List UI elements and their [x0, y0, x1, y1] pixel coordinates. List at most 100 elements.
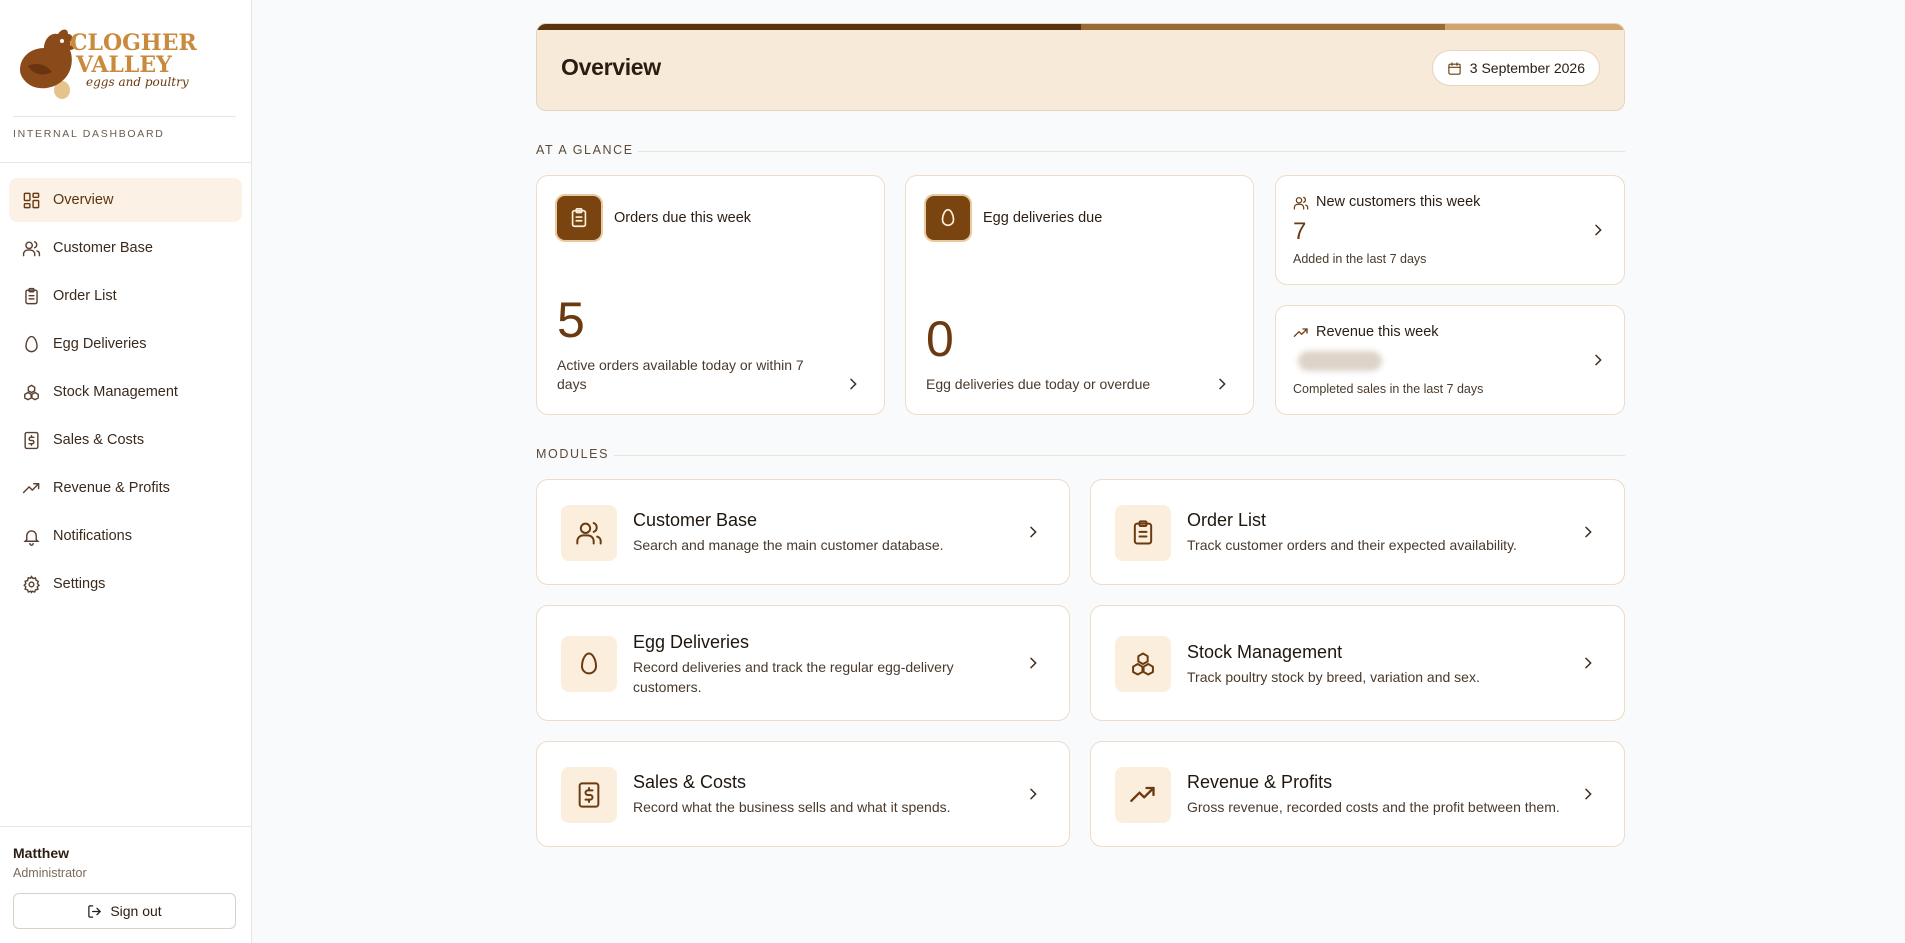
- module-egg-deliveries[interactable]: Egg Deliveries Record deliveries and tra…: [536, 605, 1070, 721]
- sidebar-item-label: Settings: [53, 576, 106, 592]
- card-title: Revenue this week: [1316, 324, 1439, 340]
- sign-out-label: Sign out: [110, 903, 162, 919]
- gear-icon: [21, 574, 41, 594]
- module-revenue-profits[interactable]: Revenue & Profits Gross revenue, recorde…: [1090, 741, 1625, 847]
- chevron-right-icon: [1585, 788, 1592, 800]
- module-title: Order List: [1187, 510, 1267, 530]
- receipt-dollar-icon: [561, 767, 617, 823]
- module-order-list[interactable]: Order List Track customer orders and the…: [1090, 479, 1625, 585]
- module-description: Track poultry stock by breed, variation …: [1187, 669, 1480, 685]
- module-title: Sales & Costs: [633, 772, 747, 792]
- clipboard-icon: [557, 196, 601, 240]
- overview-header: Overview 3 September 2026: [536, 23, 1625, 111]
- sidebar-item-label: Sales & Costs: [53, 432, 145, 448]
- module-description: Record deliveries and track the regular …: [633, 659, 954, 695]
- revenue-week-card[interactable]: Revenue this week Completed sales in the…: [1275, 305, 1625, 415]
- clogher-valley-logo[interactable]: CLOGHER VALLEY eggs and poultry: [14, 18, 234, 102]
- user-name: Matthew: [13, 845, 69, 861]
- sidebar-item-label: Customer Base: [53, 240, 153, 256]
- sidebar-item-sales-costs[interactable]: Sales & Costs: [9, 418, 242, 462]
- sidebar-item-stock-management[interactable]: Stock Management: [9, 370, 242, 414]
- orders-due-card[interactable]: Orders due this week 5 Active orders ava…: [536, 175, 885, 415]
- chevron-right-icon: [1595, 224, 1602, 236]
- module-title: Stock Management: [1187, 642, 1343, 662]
- card-title: Egg deliveries due: [983, 210, 1103, 226]
- clipboard-icon: [21, 286, 41, 306]
- sidebar-item-label: Overview: [53, 192, 114, 208]
- sidebar-item-egg-deliveries[interactable]: Egg Deliveries: [9, 322, 242, 366]
- module-title: Revenue & Profits: [1187, 772, 1333, 792]
- revenue-hidden-value: [1298, 351, 1382, 371]
- sign-out-icon: [88, 904, 102, 918]
- module-title: Egg Deliveries: [633, 632, 750, 652]
- card-title: New customers this week: [1316, 194, 1481, 210]
- boxes-icon: [1115, 636, 1171, 692]
- date-badge: 3 September 2026: [1431, 50, 1600, 86]
- module-description: Search and manage the main customer data…: [633, 537, 944, 553]
- deliveries-due-value: 0: [926, 311, 954, 367]
- dashboard-subtitle: INTERNAL DASHBOARD: [13, 128, 165, 140]
- page-title: Overview: [561, 54, 661, 80]
- egg-icon: [561, 636, 617, 692]
- chevron-right-icon: [1030, 526, 1037, 538]
- module-customer-base[interactable]: Customer Base Search and manage the main…: [536, 479, 1070, 585]
- chevron-right-icon: [1219, 378, 1226, 390]
- egg-icon: [21, 334, 41, 354]
- egg-deliveries-due-card[interactable]: Egg deliveries due 0 Egg deliveries due …: [905, 175, 1254, 415]
- chevron-right-icon: [1595, 354, 1602, 366]
- module-description: Record what the business sells and what …: [633, 799, 951, 815]
- users-icon: [561, 505, 617, 561]
- section-label-modules: MODULES: [536, 447, 610, 461]
- trending-up-icon: [21, 478, 41, 498]
- new-customers-card[interactable]: New customers this week 7 Added in the l…: [1275, 175, 1625, 285]
- clipboard-icon: [1115, 505, 1171, 561]
- trending-up-icon: [1293, 328, 1308, 337]
- sidebar-item-label: Egg Deliveries: [53, 336, 147, 352]
- trending-up-icon: [1115, 767, 1171, 823]
- sidebar-nav: Overview Customer Base Order List Egg De…: [9, 178, 242, 610]
- module-description: Track customer orders and their expected…: [1187, 537, 1517, 553]
- chevron-right-icon: [850, 378, 857, 390]
- sidebar-item-customer-base[interactable]: Customer Base: [9, 226, 242, 270]
- sidebar-item-revenue-profits[interactable]: Revenue & Profits: [9, 466, 242, 510]
- users-icon: [1293, 196, 1309, 210]
- chevron-right-icon: [1585, 526, 1592, 538]
- header-stripe: [537, 24, 1624, 30]
- date-text: 3 September 2026: [1469, 60, 1585, 76]
- user-role: Administrator: [13, 866, 87, 880]
- hen-logo-icon: CLOGHER VALLEY eggs and poultry: [20, 29, 197, 99]
- module-description: Gross revenue, recorded costs and the pr…: [1187, 799, 1560, 815]
- divider: [0, 826, 252, 827]
- sidebar: CLOGHER VALLEY eggs and poultry INTERNAL…: [0, 0, 252, 943]
- svg-text:eggs and poultry: eggs and poultry: [86, 75, 189, 89]
- divider: [0, 162, 252, 163]
- module-stock-management[interactable]: Stock Management Track poultry stock by …: [1090, 605, 1625, 721]
- sidebar-item-label: Order List: [53, 288, 117, 304]
- chevron-right-icon: [1030, 788, 1037, 800]
- orders-due-value: 5: [557, 292, 585, 348]
- sidebar-item-overview[interactable]: Overview: [9, 178, 242, 222]
- chevron-right-icon: [1030, 657, 1037, 669]
- sign-out-button[interactable]: Sign out: [13, 893, 236, 929]
- sidebar-item-label: Stock Management: [53, 384, 178, 400]
- card-subtitle: Added in the last 7 days: [1293, 252, 1427, 266]
- boxes-icon: [21, 382, 41, 402]
- users-icon: [21, 238, 41, 258]
- card-subtitle: Completed sales in the last 7 days: [1293, 382, 1484, 396]
- sidebar-item-label: Revenue & Profits: [53, 480, 170, 496]
- divider: [614, 455, 1625, 456]
- card-title: Orders due this week: [614, 210, 752, 226]
- card-subtitle: Egg deliveries due today or overdue: [926, 376, 1151, 392]
- receipt-dollar-icon: [21, 430, 41, 450]
- divider: [13, 116, 236, 117]
- module-sales-costs[interactable]: Sales & Costs Record what the business s…: [536, 741, 1070, 847]
- egg-icon: [926, 196, 970, 240]
- sidebar-item-notifications[interactable]: Notifications: [9, 514, 242, 558]
- sidebar-item-order-list[interactable]: Order List: [9, 274, 242, 318]
- divider: [638, 151, 1625, 152]
- section-label-at-a-glance: AT A GLANCE: [536, 143, 634, 157]
- bell-icon: [21, 526, 41, 546]
- module-title: Customer Base: [633, 510, 758, 530]
- sidebar-item-settings[interactable]: Settings: [9, 562, 242, 606]
- calendar-icon: [1448, 61, 1461, 75]
